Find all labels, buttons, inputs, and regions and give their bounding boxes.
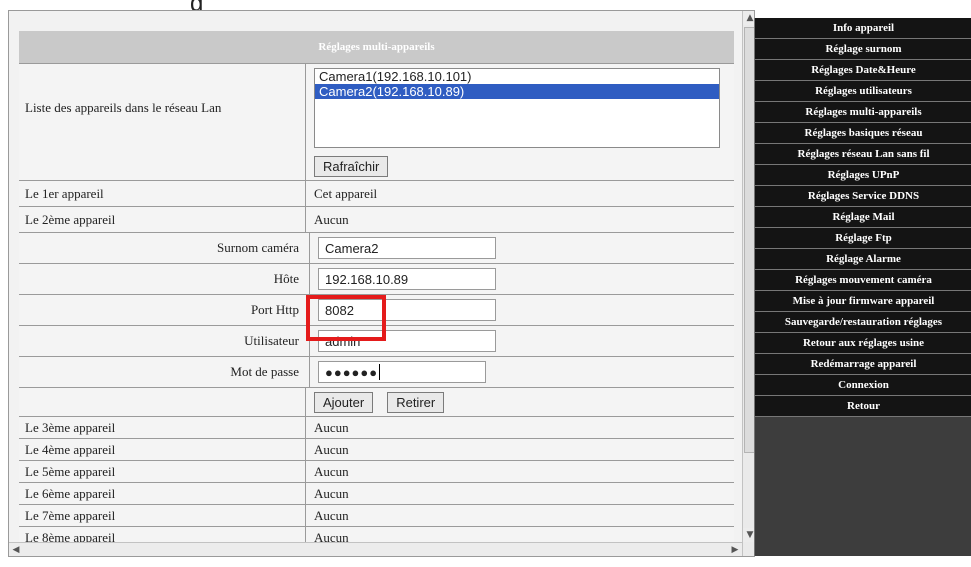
- text-caret: [379, 364, 381, 380]
- add-remove-row: Ajouter Retirer: [19, 387, 734, 416]
- panel-title: Réglages multi-appareils: [19, 31, 734, 63]
- menu-item-multi-device[interactable]: Réglages multi-appareils: [755, 102, 971, 123]
- device-row: Le 5ème appareil Aucun: [19, 460, 734, 482]
- device-link[interactable]: Le 7ème appareil: [19, 505, 305, 526]
- lan-devices-row: Liste des appareils dans le réseau Lan C…: [19, 63, 734, 152]
- device-link[interactable]: Le 3ème appareil: [19, 417, 305, 438]
- menu-item-alarm[interactable]: Réglage Alarme: [755, 249, 971, 270]
- lan-device-option[interactable]: Camera1(192.168.10.101): [315, 69, 719, 84]
- settings-menu: Info appareil Réglage surnom Réglages Da…: [754, 18, 971, 556]
- menu-item-mail[interactable]: Réglage Mail: [755, 207, 971, 228]
- horizontal-scrollbar[interactable]: ◀ ▶: [9, 542, 742, 556]
- scroll-left-icon[interactable]: ◀: [9, 543, 23, 556]
- device-link[interactable]: Le 4ème appareil: [19, 439, 305, 460]
- device-link[interactable]: Le 6ème appareil: [19, 483, 305, 504]
- menu-item-date-time[interactable]: Réglages Date&Heure: [755, 60, 971, 81]
- host-row: Hôte 192.168.10.89: [19, 263, 734, 294]
- device-value: Aucun: [305, 505, 734, 526]
- host-field[interactable]: 192.168.10.89: [318, 268, 496, 290]
- remove-button[interactable]: Retirer: [387, 391, 445, 413]
- lan-device-option-selected[interactable]: Camera2(192.168.10.89): [315, 84, 719, 99]
- settings-frame: Réglages multi-appareils Liste des appar…: [8, 10, 755, 557]
- multi-device-panel: Réglages multi-appareils Liste des appar…: [19, 31, 734, 548]
- device-value: Aucun: [305, 483, 734, 504]
- refresh-button[interactable]: Rafraîchir: [314, 155, 389, 177]
- menu-item-device-info[interactable]: Info appareil: [755, 18, 971, 39]
- lan-devices-listbox[interactable]: Camera1(192.168.10.101) Camera2(192.168.…: [314, 68, 720, 148]
- add-button[interactable]: Ajouter: [314, 391, 374, 413]
- user-label: Utilisateur: [244, 333, 299, 348]
- menu-item-backup-restore[interactable]: Sauvegarde/restauration réglages: [755, 312, 971, 333]
- device-value: Aucun: [305, 461, 734, 482]
- device-row: Le 6ème appareil Aucun: [19, 482, 734, 504]
- device-row: Le 4ème appareil Aucun: [19, 438, 734, 460]
- menu-item-ftp[interactable]: Réglage Ftp: [755, 228, 971, 249]
- first-device-value: Cet appareil: [305, 181, 734, 206]
- menu-item-basic-network[interactable]: Réglages basiques réseau: [755, 123, 971, 144]
- nickname-row: Surnom caméra Camera2: [19, 232, 734, 263]
- device-row: Le 3ème appareil Aucun: [19, 416, 734, 438]
- device-row: Le 7ème appareil Aucun: [19, 504, 734, 526]
- password-label: Mot de passe: [230, 364, 299, 379]
- first-device-row: Le 1er appareil Cet appareil: [19, 180, 734, 206]
- device-link[interactable]: Le 5ème appareil: [19, 461, 305, 482]
- second-device-value: Aucun: [305, 207, 734, 232]
- lan-devices-cell: Camera1(192.168.10.101) Camera2(192.168.…: [305, 64, 734, 152]
- nickname-label: Surnom caméra: [217, 240, 299, 255]
- port-label: Port Http: [250, 302, 299, 317]
- menu-item-login[interactable]: Connexion: [755, 375, 971, 396]
- menu-item-upnp[interactable]: Réglages UPnP: [755, 165, 971, 186]
- device-value: Aucun: [305, 439, 734, 460]
- menu-item-users[interactable]: Réglages utilisateurs: [755, 81, 971, 102]
- lan-devices-label: Liste des appareils dans le réseau Lan: [25, 100, 222, 115]
- password-field[interactable]: ●●●●●●: [318, 361, 486, 383]
- host-label: Hôte: [273, 271, 299, 286]
- highlight-box: [306, 295, 386, 341]
- refresh-row: Rafraîchir: [19, 152, 734, 180]
- menu-item-firmware-update[interactable]: Mise à jour firmware appareil: [755, 291, 971, 312]
- menu-item-factory-reset[interactable]: Retour aux réglages usine: [755, 333, 971, 354]
- scroll-right-icon[interactable]: ▶: [728, 543, 742, 556]
- menu-item-reboot[interactable]: Redémarrage appareil: [755, 354, 971, 375]
- device-value: Aucun: [305, 417, 734, 438]
- menu-item-nickname[interactable]: Réglage surnom: [755, 39, 971, 60]
- password-mask: ●●●●●●: [325, 364, 379, 380]
- menu-item-back[interactable]: Retour: [755, 396, 971, 417]
- menu-item-ddns[interactable]: Réglages Service DDNS: [755, 186, 971, 207]
- password-row: Mot de passe ●●●●●●: [19, 356, 734, 387]
- nickname-field[interactable]: Camera2: [318, 237, 496, 259]
- first-device-label: Le 1er appareil: [25, 185, 104, 201]
- second-device-link[interactable]: Le 2ème appareil: [19, 207, 305, 232]
- second-device-row: Le 2ème appareil Aucun: [19, 206, 734, 232]
- menu-item-camera-motion[interactable]: Réglages mouvement caméra: [755, 270, 971, 291]
- menu-item-wireless-lan[interactable]: Réglages réseau Lan sans fil: [755, 144, 971, 165]
